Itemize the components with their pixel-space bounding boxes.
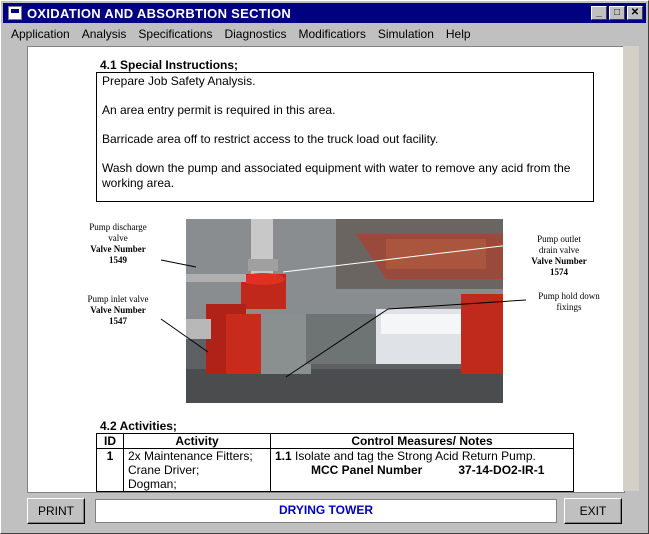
cell-activity: 2x Maintenance Fitters; Crane Driver; Do… (123, 448, 271, 492)
application-window: OXIDATION AND ABSORBTION SECTION _ □ ✕ A… (0, 0, 649, 534)
table-row: 1 2x Maintenance Fitters; Crane Driver; … (96, 448, 574, 492)
status-display: DRYING TOWER (95, 499, 557, 523)
activities-table: ID Activity Control Measures/ Notes 1 2x… (96, 433, 574, 492)
column-header: ID (96, 433, 124, 449)
app-icon[interactable] (8, 6, 22, 20)
table-header-row: ID Activity Control Measures/ Notes (96, 433, 574, 449)
vertical-scrollbar[interactable] (623, 46, 639, 491)
menu-modifications[interactable]: Modificatiors (290, 27, 369, 41)
bottom-toolbar: PRINT DRYING TOWER EXIT (3, 493, 646, 533)
menu-bar: Application Analysis Specifications Diag… (3, 24, 646, 43)
label-outlet-drain-valve: Pump outlet drain valve Valve Number 157… (531, 234, 587, 277)
print-button[interactable]: PRINT (27, 498, 85, 524)
window-title: OXIDATION AND ABSORBTION SECTION (27, 5, 292, 21)
menu-help[interactable]: Help (438, 27, 475, 41)
title-bar[interactable]: OXIDATION AND ABSORBTION SECTION _ □ ✕ (3, 3, 646, 23)
menu-application[interactable]: Application (3, 27, 74, 41)
menu-simulation[interactable]: Simulation (370, 27, 438, 41)
exit-button[interactable]: EXIT (564, 498, 622, 524)
label-inlet-valve: Pump inlet valve Valve Number 1547 (87, 294, 149, 326)
minimize-button[interactable]: _ (591, 6, 607, 20)
menu-diagnostics[interactable]: Diagnostics (216, 27, 290, 41)
maximize-button[interactable]: □ (609, 6, 625, 20)
activities-heading: 4.2 Activities; (100, 419, 177, 433)
column-header: Control Measures/ Notes (270, 433, 574, 449)
document-view[interactable]: 4.1 Special Instructions; Prepare Job Sa… (27, 46, 625, 493)
cell-control-measures: 1.1 Isolate and tag the Strong Acid Retu… (270, 448, 574, 492)
label-discharge-valve: Pump discharge valve Valve Number 1549 (89, 222, 147, 265)
cell-id: 1 (96, 448, 124, 492)
label-hold-down-fixings: Pump hold down fixings (538, 291, 600, 312)
close-button[interactable]: ✕ (627, 6, 643, 20)
menu-analysis[interactable]: Analysis (74, 27, 131, 41)
menu-specifications[interactable]: Specifications (130, 27, 216, 41)
column-header: Activity (123, 433, 271, 449)
